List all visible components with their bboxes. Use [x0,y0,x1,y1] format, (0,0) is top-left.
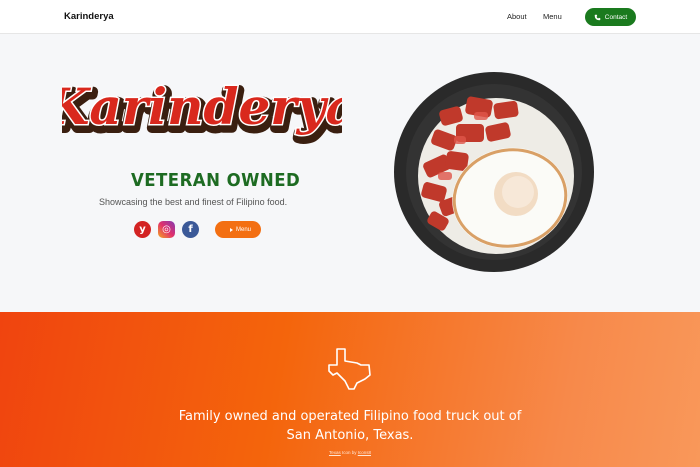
nav-link-menu[interactable]: Menu [543,12,562,21]
facebook-icon[interactable]: f [182,221,199,238]
credit-link-icons8[interactable]: Icons8 [358,450,371,455]
top-navbar: Karinderya About Menu Contact [0,0,700,34]
delivery-icon [224,227,233,232]
band-headline-line2: San Antonio, Texas. [286,428,414,443]
svg-text:Karinderya: Karinderya [62,77,342,136]
hero-tagline: Showcasing the best and finest of Filipi… [99,197,288,207]
icon-credit: Texas Icon by Icons8 [0,450,700,455]
contact-button-label: Contact [604,13,628,21]
contact-button[interactable]: Contact [585,8,636,26]
band-headline: Family owned and operated Filipino food … [0,407,700,445]
credit-link-texas[interactable]: Texas [329,450,341,455]
food-bowl-image [394,72,594,272]
phone-icon [594,14,601,20]
credit-text: Icon by [340,450,358,455]
karinderya-logo: Karinderya Karinderya [62,76,342,146]
nav-link-about[interactable]: About [507,12,527,21]
hero-menu-button[interactable]: Menu [215,221,261,238]
hero-menu-button-label: Menu [235,226,251,233]
brand-name[interactable]: Karinderya [64,11,114,22]
yelp-icon[interactable]: y [134,221,151,238]
texas-icon [328,348,371,390]
veteran-owned-heading: VETERAN OWNED [131,170,301,191]
band-headline-line1: Family owned and operated Filipino food … [178,409,522,424]
instagram-icon[interactable]: ◎ [158,221,175,238]
